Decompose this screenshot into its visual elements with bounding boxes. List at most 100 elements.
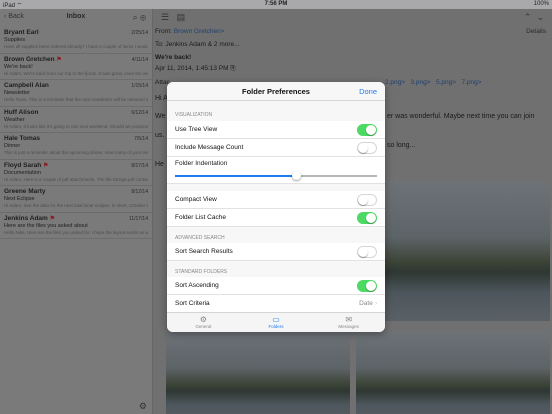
sort-results-toggle[interactable] <box>357 246 377 258</box>
flag-icon: ⚑ <box>49 215 56 222</box>
message-date: 4/11/14 <box>131 56 148 63</box>
battery-level: 100% <box>533 1 549 7</box>
message-sender: Jenkins Adam ⚑ <box>4 214 56 222</box>
message-preview: Hi Adam, We're back from our trip to the… <box>4 70 148 76</box>
attachment-link[interactable]: 3.png> <box>410 79 430 86</box>
list-item[interactable]: Floyd Sarah ⚑ 8/17/14 Documentation Hi Adam… <box>0 160 152 186</box>
folder-preferences-modal: Folder Preferences Done VISUALIZATION Us… <box>167 82 385 332</box>
inbox-sidebar: ‹ Back Inbox ⌕ ⊕ Bryant Earl 2/25/14 Suppl… <box>0 9 153 414</box>
clock: 7:56 PM <box>264 1 288 7</box>
message-sender: Campbell Alan <box>4 82 49 89</box>
row-sort-ascending: Sort Ascending <box>167 277 385 295</box>
compact-view-toggle[interactable] <box>357 194 377 206</box>
modal-tab-bar: ⚙ General ▭ Folders ✉ Messages <box>167 312 385 332</box>
message-sender: Floyd Sarah ⚑ <box>4 161 49 169</box>
message-sender: Bryant Earl <box>4 29 39 36</box>
sort-ascending-toggle[interactable] <box>357 280 377 292</box>
message-preview: Hello Nike, Here are the files you asked… <box>4 229 148 235</box>
message-preview: Hi Adam, See the data for the next total… <box>4 203 148 208</box>
row-sort-criteria[interactable]: Sort Criteria Date › <box>167 295 385 313</box>
section-header-advanced-search: ADVANCED SEARCH <box>175 235 225 241</box>
message-count-toggle[interactable] <box>357 142 377 154</box>
message-sender: Greene Marty <box>4 188 46 195</box>
fjord-photo[interactable] <box>356 331 550 414</box>
list-item[interactable]: Brown Gretchen ⚑ 4/11/14 We're back! Hi Ada… <box>0 54 152 80</box>
list-item[interactable]: Greene Marty 8/12/14 Next Eclipse Hi Adam, … <box>0 186 152 213</box>
paperclip-icon: ⎘ <box>230 65 236 72</box>
message-toolbar: ☰ ▤ ⌃ ⌄ <box>153 9 552 26</box>
row-include-message-count: Include Message Count <box>167 139 385 157</box>
chevron-right-icon: › <box>374 300 377 307</box>
message-subject: We're back! <box>155 54 192 61</box>
message-list: Bryant Earl 2/25/14 Supplies Have all suppl… <box>0 27 152 239</box>
row-use-tree-view: Use Tree View <box>167 121 385 139</box>
attachment-links: 2.png> 3.png> 5.png> 7.png> <box>385 79 482 86</box>
message-preview: Hello Team, This is a reminder that the … <box>4 97 148 102</box>
attachment-link[interactable]: 5.png> <box>436 79 456 86</box>
more-recipients-link[interactable]: & 2 more... <box>208 41 240 48</box>
tab-messages[interactable]: ✉ Messages <box>312 313 385 332</box>
body-line-start: We <box>155 113 166 120</box>
done-button[interactable]: Done <box>359 87 377 96</box>
message-preview: Hi Adam, It looks like it's going to rai… <box>4 123 148 129</box>
flag-icon: ⚑ <box>43 162 49 169</box>
fjord-photo[interactable] <box>356 181 550 321</box>
slider-thumb[interactable] <box>291 171 301 180</box>
folder-icon: ▭ <box>272 315 280 324</box>
tab-folders[interactable]: ▭ Folders <box>240 313 313 332</box>
list-icon[interactable]: ☰ <box>161 12 169 22</box>
greeting-text: Hi A <box>155 95 168 102</box>
list-item[interactable]: Bryant Earl 2/25/14 Supplies Have all suppl… <box>0 27 152 54</box>
zoom-search-icon[interactable]: ⊕ <box>140 12 146 22</box>
message-sender: Huff Alison <box>4 108 39 116</box>
message-date: 7/5/14 <box>134 136 148 142</box>
slider-fill <box>175 175 297 177</box>
list-item[interactable]: Hale Tomas 7/5/14 Dinner This is just a rem… <box>0 133 152 160</box>
to-line: To: Jenkins Adam & 2 more... <box>155 41 240 48</box>
row-folder-list-cache: Folder List Cache <box>167 209 385 227</box>
message-subject: Here are the files you asked about <box>4 222 88 229</box>
body-line-end: er was wonderful. Maybe next time you ca… <box>387 113 535 120</box>
tab-general[interactable]: ⚙ General <box>167 313 240 332</box>
modal-header: Folder Preferences Done <box>167 82 385 101</box>
list-item[interactable]: Jenkins Adam ⚑ 11/17/14 Here are the files… <box>0 213 152 239</box>
message-date: 6/12/14 <box>131 109 148 116</box>
inbox-header: ‹ Back Inbox ⌕ ⊕ <box>0 9 152 27</box>
chevron-down-icon[interactable]: ⌄ <box>536 12 544 22</box>
message-date: Apr 11, 2014, 1:45:13 PM ⎘ <box>155 65 236 72</box>
envelope-icon: ✉ <box>345 315 353 324</box>
message-subject: We're back! <box>4 63 33 70</box>
message-subject: Next Eclipse <box>4 196 35 202</box>
row-folder-indentation: Folder Indentation <box>167 157 385 184</box>
message-date: 11/17/14 <box>128 215 148 222</box>
chevron-up-icon[interactable]: ⌃ <box>524 12 532 22</box>
from-link[interactable]: Brown Gretchen <box>174 28 221 35</box>
ferry-photo[interactable] <box>166 331 350 414</box>
message-preview: Have all supplies been ordered already? … <box>4 44 148 49</box>
section-header-standard-folders: STANDARD FOLDERS <box>175 269 228 275</box>
message-subject: Weather <box>4 116 25 123</box>
sidebar-footer: ⚙ <box>0 400 153 414</box>
list-cache-toggle[interactable] <box>357 212 377 224</box>
tree-view-toggle[interactable] <box>357 124 377 136</box>
details-link[interactable]: Details <box>526 28 546 35</box>
list-item[interactable]: Campbell Alan 1/15/14 Newsletter Hello Team… <box>0 80 152 107</box>
message-subject: Documentation <box>4 169 41 176</box>
body-line-start: He <box>155 161 164 168</box>
attachment-link[interactable]: 2.png> <box>385 79 405 86</box>
body-line-start: us. <box>155 132 165 139</box>
message-subject: Supplies <box>4 37 26 43</box>
attachment-link[interactable]: 7.png> <box>461 79 481 86</box>
modal-title: Folder Preferences <box>242 87 310 96</box>
compose-list-icon[interactable]: ▤ <box>177 12 186 22</box>
status-bar: iPad ⌔ 7:56 PM 100% <box>0 0 552 9</box>
list-item[interactable]: Huff Alison 6/12/14 Weather Hi Adam, It loo… <box>0 107 152 133</box>
settings-gear-icon[interactable]: ⚙ <box>139 401 147 412</box>
section-header-visualization: VISUALIZATION <box>175 112 213 118</box>
sort-criteria-value: Date <box>359 300 373 307</box>
inbox-title: Inbox <box>66 13 86 20</box>
message-date: 1/15/14 <box>131 83 148 89</box>
indentation-slider[interactable] <box>175 171 377 180</box>
search-icon[interactable]: ⌕ <box>133 12 138 22</box>
flag-icon: ⚑ <box>56 56 62 63</box>
